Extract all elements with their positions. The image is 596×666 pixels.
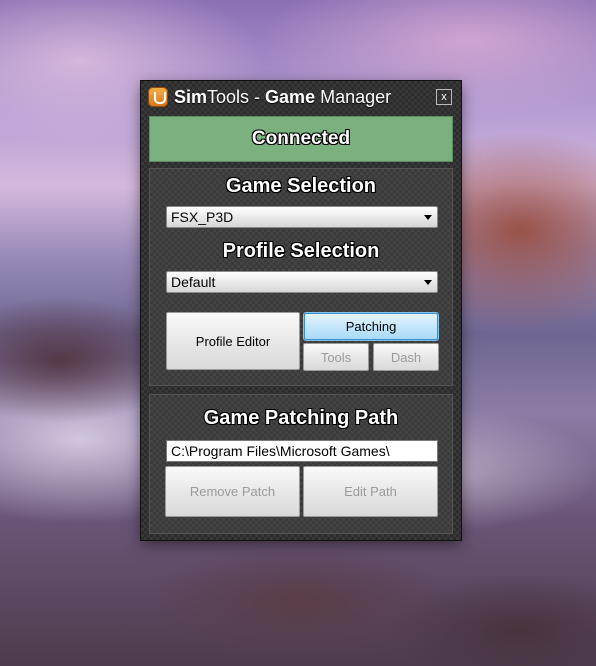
patching-path-heading: Game Patching Path [203, 407, 399, 429]
chevron-down-icon [424, 280, 432, 285]
profile-select[interactable]: Default [166, 271, 438, 293]
patching-panel: Game Patching Path C:\Program Files\Micr… [149, 394, 453, 534]
simtools-app-icon [148, 87, 168, 107]
game-select[interactable]: FSX_P3D [166, 206, 438, 228]
game-select-value: FSX_P3D [171, 209, 234, 225]
close-icon[interactable]: x [436, 89, 452, 105]
tools-button[interactable]: Tools [303, 343, 369, 371]
window-title: SimTools - Game Manager [174, 87, 392, 107]
remove-patch-button[interactable]: Remove Patch [165, 466, 300, 517]
title-bar[interactable]: SimTools - Game Manager x [141, 81, 461, 113]
chevron-down-icon [424, 215, 432, 220]
profile-editor-button[interactable]: Profile Editor [166, 312, 300, 370]
game-selection-heading: Game Selection [225, 175, 377, 197]
connection-status: Connected [149, 116, 453, 162]
profile-select-value: Default [171, 274, 216, 290]
patching-path-field[interactable]: C:\Program Files\Microsoft Games\ [166, 440, 438, 462]
patching-button[interactable]: Patching [304, 313, 438, 340]
selection-panel: Game Selection FSX_P3D Profile Selection… [149, 168, 453, 386]
edit-path-button[interactable]: Edit Path [303, 466, 438, 517]
profile-selection-heading: Profile Selection [222, 240, 380, 262]
dash-button[interactable]: Dash [373, 343, 439, 371]
game-manager-window: SimTools - Game Manager x Connected Game… [141, 81, 461, 540]
